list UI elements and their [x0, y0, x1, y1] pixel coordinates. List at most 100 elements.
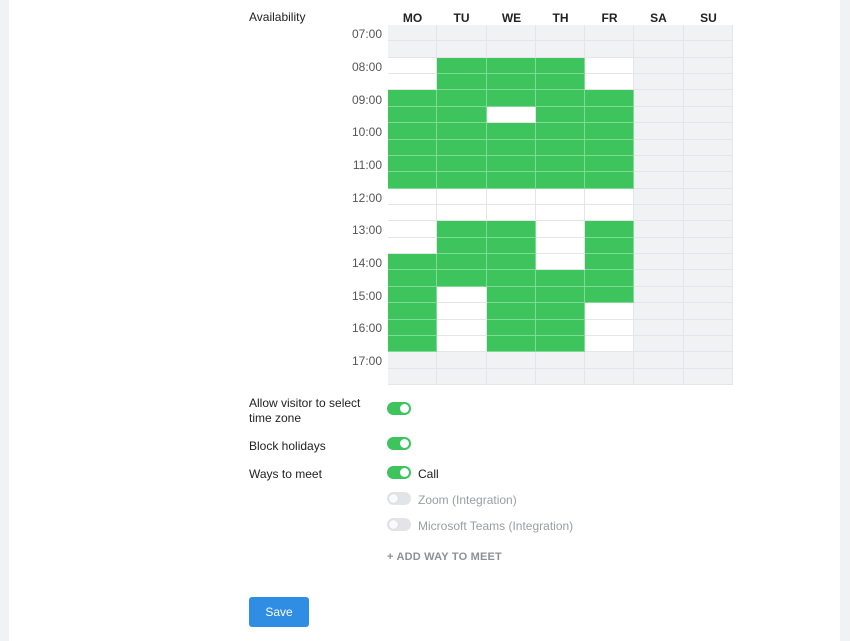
add-way-to-meet-link[interactable]: + ADD WAY TO MEET: [387, 551, 502, 563]
slot-sa-18[interactable]: [634, 319, 684, 336]
slot-mo-16[interactable]: [388, 286, 438, 304]
slot-sa-3[interactable]: [634, 74, 684, 91]
slot-we-1[interactable]: [486, 41, 536, 58]
slot-th-11[interactable]: [535, 205, 586, 222]
slot-mo-15[interactable]: [388, 270, 438, 287]
slot-we-11[interactable]: [486, 205, 536, 222]
slot-tu-6[interactable]: [437, 123, 487, 140]
slot-fr-10[interactable]: [585, 188, 635, 205]
slot-th-4[interactable]: [535, 90, 586, 107]
slot-fr-0[interactable]: [585, 25, 635, 42]
slot-mo-2[interactable]: [388, 57, 438, 75]
slot-we-4[interactable]: [486, 90, 536, 107]
slot-we-19[interactable]: [486, 335, 536, 353]
slot-su-2[interactable]: [683, 57, 733, 75]
slot-su-7[interactable]: [683, 139, 733, 156]
slot-fr-12[interactable]: [585, 221, 635, 238]
slot-su-6[interactable]: [683, 123, 733, 140]
slot-tu-8[interactable]: [437, 155, 487, 173]
slot-th-14[interactable]: [535, 254, 586, 271]
slot-sa-21[interactable]: [634, 368, 684, 385]
slot-sa-13[interactable]: [634, 237, 684, 255]
slot-mo-4[interactable]: [388, 90, 438, 107]
slot-th-20[interactable]: [535, 352, 586, 369]
slot-th-0[interactable]: [535, 25, 586, 42]
slot-su-19[interactable]: [683, 335, 733, 353]
slot-mo-14[interactable]: [388, 254, 438, 271]
slot-tu-1[interactable]: [437, 41, 487, 58]
slot-sa-7[interactable]: [634, 139, 684, 156]
slot-sa-9[interactable]: [634, 172, 684, 189]
slot-mo-17[interactable]: [388, 303, 438, 320]
slot-th-5[interactable]: [535, 106, 586, 124]
slot-sa-0[interactable]: [634, 25, 684, 42]
slot-sa-5[interactable]: [634, 106, 684, 124]
slot-fr-16[interactable]: [585, 286, 635, 304]
slot-su-12[interactable]: [683, 221, 733, 238]
slot-we-21[interactable]: [486, 368, 536, 385]
slot-tu-12[interactable]: [437, 221, 487, 238]
slot-we-15[interactable]: [486, 270, 536, 287]
slot-we-14[interactable]: [486, 254, 536, 271]
timezone-toggle[interactable]: [387, 402, 411, 415]
slot-sa-15[interactable]: [634, 270, 684, 287]
slot-we-8[interactable]: [486, 155, 536, 173]
slot-fr-3[interactable]: [585, 74, 635, 91]
slot-mo-7[interactable]: [388, 139, 438, 156]
slot-mo-11[interactable]: [388, 205, 438, 222]
slot-sa-11[interactable]: [634, 205, 684, 222]
slot-tu-11[interactable]: [437, 205, 487, 222]
slot-we-3[interactable]: [486, 74, 536, 91]
slot-th-12[interactable]: [535, 221, 586, 238]
slot-tu-0[interactable]: [437, 25, 487, 42]
slot-mo-20[interactable]: [388, 352, 438, 369]
slot-th-13[interactable]: [535, 237, 586, 255]
slot-fr-11[interactable]: [585, 205, 635, 222]
slot-tu-20[interactable]: [437, 352, 487, 369]
slot-fr-20[interactable]: [585, 352, 635, 369]
slot-tu-2[interactable]: [437, 57, 487, 75]
slot-su-20[interactable]: [683, 352, 733, 369]
slot-sa-10[interactable]: [634, 188, 684, 205]
slot-sa-16[interactable]: [634, 286, 684, 304]
slot-su-16[interactable]: [683, 286, 733, 304]
slot-we-2[interactable]: [486, 57, 536, 75]
slot-su-15[interactable]: [683, 270, 733, 287]
slot-th-15[interactable]: [535, 270, 586, 287]
slot-th-7[interactable]: [535, 139, 586, 156]
slot-su-17[interactable]: [683, 303, 733, 320]
slot-we-16[interactable]: [486, 286, 536, 304]
slot-tu-18[interactable]: [437, 319, 487, 336]
slot-th-19[interactable]: [535, 335, 586, 353]
slot-mo-10[interactable]: [388, 188, 438, 205]
slot-mo-3[interactable]: [388, 74, 438, 91]
slot-th-17[interactable]: [535, 303, 586, 320]
slot-sa-14[interactable]: [634, 254, 684, 271]
call-toggle[interactable]: [387, 466, 411, 479]
slot-su-0[interactable]: [683, 25, 733, 42]
slot-we-12[interactable]: [486, 221, 536, 238]
slot-sa-2[interactable]: [634, 57, 684, 75]
slot-mo-1[interactable]: [388, 41, 438, 58]
slot-su-9[interactable]: [683, 172, 733, 189]
slot-we-10[interactable]: [486, 188, 536, 205]
slot-th-8[interactable]: [535, 155, 586, 173]
slot-fr-17[interactable]: [585, 303, 635, 320]
slot-sa-4[interactable]: [634, 90, 684, 107]
slot-su-3[interactable]: [683, 74, 733, 91]
slot-tu-15[interactable]: [437, 270, 487, 287]
slot-tu-5[interactable]: [437, 106, 487, 124]
slot-we-5[interactable]: [486, 106, 536, 124]
slot-th-21[interactable]: [535, 368, 586, 385]
slot-tu-10[interactable]: [437, 188, 487, 205]
slot-we-17[interactable]: [486, 303, 536, 320]
slot-tu-3[interactable]: [437, 74, 487, 91]
slot-tu-13[interactable]: [437, 237, 487, 255]
slot-sa-1[interactable]: [634, 41, 684, 58]
slot-su-8[interactable]: [683, 155, 733, 173]
slot-fr-1[interactable]: [585, 41, 635, 58]
slot-su-21[interactable]: [683, 368, 733, 385]
slot-fr-4[interactable]: [585, 90, 635, 107]
slot-sa-6[interactable]: [634, 123, 684, 140]
slot-mo-9[interactable]: [388, 172, 438, 189]
